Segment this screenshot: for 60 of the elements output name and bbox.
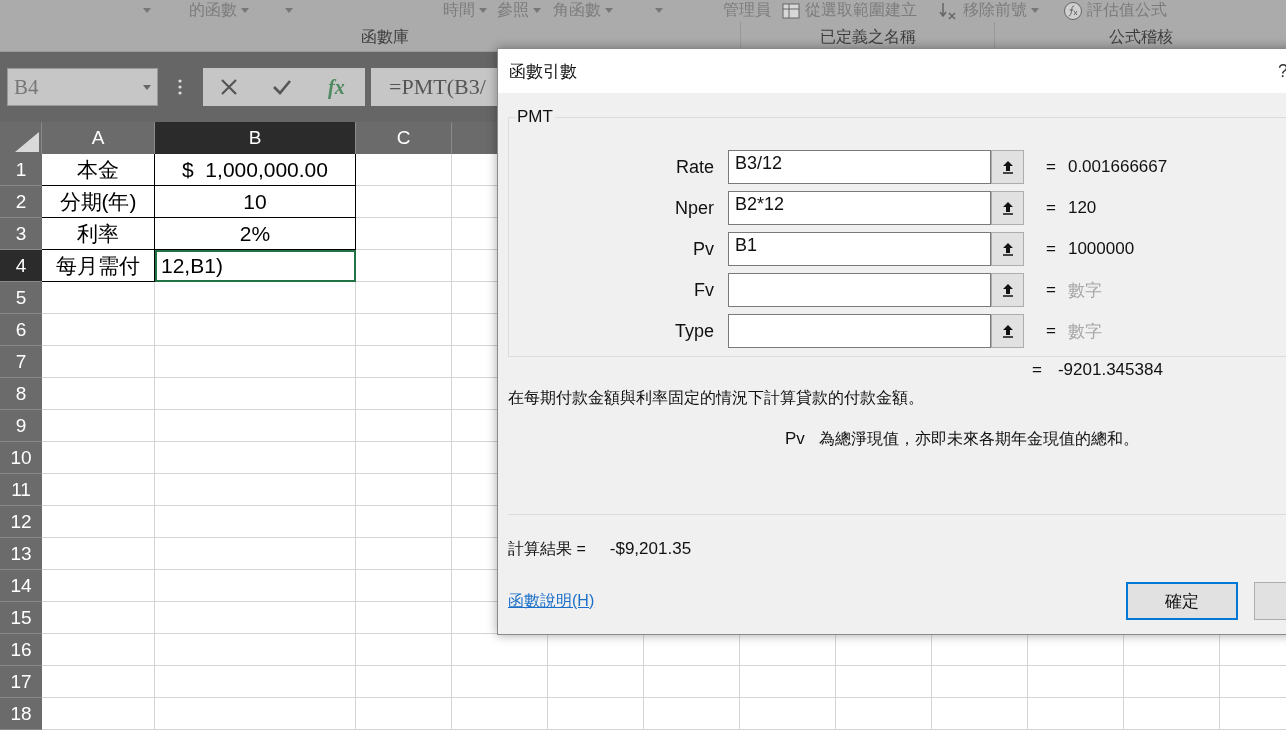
row-header[interactable]: 3 [0, 218, 42, 250]
table-cell: 分期(年) [42, 186, 155, 218]
table-cell: $ 1,000,000.00 [155, 154, 356, 186]
argument-label: Type [673, 320, 714, 342]
argument-result: 數字 [1067, 279, 1102, 302]
argument-label: Nper [674, 197, 714, 219]
row-header[interactable]: 1 [0, 154, 42, 186]
result-label: 計算結果 = [508, 539, 586, 559]
function-description: 在每期付款金額與利率固定的情況下計算貸款的付款金額。 [508, 388, 925, 408]
row-header[interactable]: 18 [0, 698, 42, 730]
table-cell: 利率 [42, 218, 155, 250]
argument-name: Pv [785, 429, 805, 450]
argument-field[interactable]: B3/12 [728, 150, 991, 184]
equals-sign: = [1046, 239, 1056, 259]
row-header[interactable]: 14 [0, 570, 42, 602]
row-header[interactable]: 8 [0, 378, 42, 410]
row-header[interactable]: 12 [0, 506, 42, 538]
row-header[interactable]: 9 [0, 410, 42, 442]
equals-sign: = [1046, 157, 1056, 177]
equals-sign: = [1032, 360, 1042, 380]
row-header[interactable]: 4 [0, 250, 42, 282]
table-cell: 本金 [42, 154, 155, 186]
dialog-title: 函數引數 [509, 60, 577, 83]
table-cell: 每月需付 [42, 250, 155, 282]
result-value: -$9,201.35 [609, 539, 692, 560]
formula-result: -9201.345384 [1057, 360, 1163, 380]
row-header[interactable]: 11 [0, 474, 42, 506]
argument-result: 120 [1067, 198, 1097, 218]
equals-sign: = [1046, 321, 1056, 341]
row-header[interactable]: 16 [0, 634, 42, 666]
row-header[interactable]: 10 [0, 442, 42, 474]
ok-button[interactable]: 確定 [1126, 582, 1238, 620]
argument-label: Fv [693, 279, 714, 301]
argument-field[interactable]: B2*12 [728, 191, 991, 225]
row-header[interactable]: 15 [0, 602, 42, 634]
argument-result: 1000000 [1067, 239, 1135, 259]
row-header[interactable]: 7 [0, 346, 42, 378]
argument-result: 數字 [1067, 320, 1102, 343]
equals-sign: = [1046, 198, 1056, 218]
group-label: 函數庫 [361, 26, 409, 47]
group-label: 公式稽核 [1108, 26, 1173, 47]
row-header[interactable]: 5 [0, 282, 42, 314]
help-link[interactable]: 函數說明(H) [508, 590, 595, 612]
equals-sign: = [1046, 280, 1056, 300]
row-header[interactable]: 17 [0, 666, 42, 698]
group-label: 已定義之名稱 [819, 26, 916, 47]
argument-label: Rate [674, 156, 714, 178]
column-header[interactable]: C [356, 122, 452, 154]
row-header[interactable]: 2 [0, 186, 42, 218]
argument-field[interactable]: B1 [728, 232, 991, 266]
argument-label: Pv [692, 238, 714, 260]
row-header[interactable]: 13 [0, 538, 42, 570]
column-header[interactable]: A [42, 122, 155, 154]
column-header[interactable]: B [155, 122, 356, 154]
argument-result: 0.001666667 [1067, 157, 1168, 177]
table-cell: 12,B1) [155, 250, 356, 282]
table-cell: 10 [155, 186, 356, 218]
row-header[interactable]: 6 [0, 314, 42, 346]
table-cell: 2% [155, 218, 356, 250]
argument-description: 為總淨現值，亦即未來各期年金現值的總和。 [818, 429, 1139, 449]
